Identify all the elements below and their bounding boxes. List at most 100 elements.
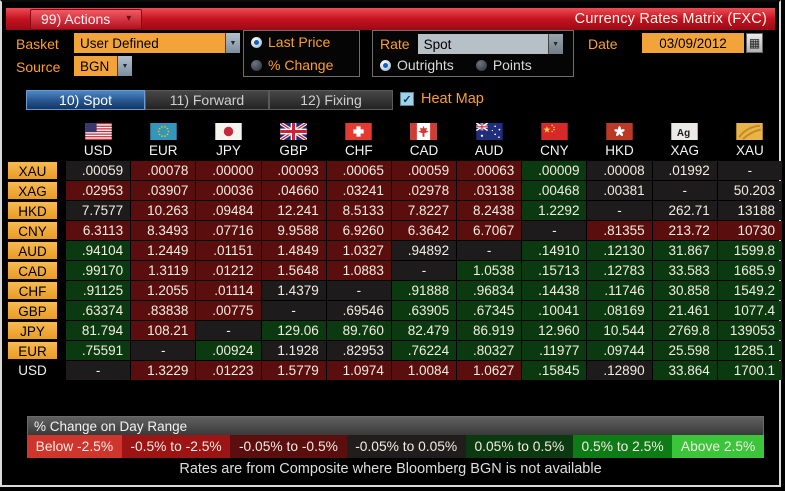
date-input[interactable]: 03/09/2012 xyxy=(642,33,744,53)
rate-cell[interactable]: .03138 xyxy=(457,181,522,200)
row-header-gbp[interactable]: GBP xyxy=(7,301,58,320)
rate-cell[interactable]: .91125 xyxy=(66,281,131,300)
rate-cell[interactable]: 10.544 xyxy=(587,321,652,340)
rate-cell[interactable]: .96834 xyxy=(457,281,522,300)
rate-cell[interactable]: .00381 xyxy=(587,181,652,200)
rate-cell[interactable]: .01151 xyxy=(196,241,261,260)
row-header-eur[interactable]: EUR xyxy=(7,341,58,360)
rate-cell[interactable]: 139053 xyxy=(717,321,782,340)
rate-cell[interactable]: 6.3642 xyxy=(391,221,457,240)
rate-cell[interactable]: 12.241 xyxy=(261,201,326,220)
rate-cell[interactable]: .12783 xyxy=(587,261,652,280)
calendar-icon[interactable]: ▦ xyxy=(746,33,763,53)
rate-cell[interactable]: 2769.8 xyxy=(652,321,717,340)
rate-cell[interactable]: .11977 xyxy=(522,341,587,360)
rate-cell[interactable]: 33.864 xyxy=(652,361,717,380)
tab--fixing[interactable]: 12) Fixing xyxy=(269,90,393,110)
rate-cell[interactable]: .99170 xyxy=(66,261,131,280)
rate-cell[interactable]: 10.263 xyxy=(131,201,196,220)
rate-cell[interactable]: .91888 xyxy=(391,281,457,300)
row-header-hkd[interactable]: HKD xyxy=(7,201,58,220)
rate-cell[interactable]: .00063 xyxy=(457,161,522,180)
tab--spot[interactable]: 10) Spot xyxy=(26,90,145,110)
rate-cell[interactable]: 81.794 xyxy=(66,321,131,340)
rate-cell[interactable]: 6.9260 xyxy=(326,221,391,240)
heat-map-checkbox[interactable]: ✓ xyxy=(400,92,414,106)
tab--forward[interactable]: 11) Forward xyxy=(145,90,269,110)
row-header-jpy[interactable]: JPY xyxy=(7,321,58,340)
rate-cell[interactable]: .83838 xyxy=(131,301,196,320)
row-header-xag[interactable]: XAG xyxy=(7,181,58,200)
rate-cell[interactable]: .82953 xyxy=(326,341,391,360)
rate-cell[interactable]: .14910 xyxy=(522,241,587,260)
rate-cell[interactable]: .80327 xyxy=(457,341,522,360)
rate-cell[interactable]: .00009 xyxy=(522,161,587,180)
rate-cell[interactable]: - xyxy=(131,341,196,360)
rate-cell[interactable]: 1.0627 xyxy=(457,361,522,380)
rate-cell[interactable]: .00008 xyxy=(587,161,652,180)
rate-cell[interactable]: 1700.1 xyxy=(717,361,782,380)
rate-cell[interactable]: 1077.4 xyxy=(717,301,782,320)
rate-cell[interactable]: 262.71 xyxy=(652,201,717,220)
rate-cell[interactable]: 6.7067 xyxy=(457,221,522,240)
rate-cell[interactable]: - xyxy=(196,321,261,340)
rate-cell[interactable]: - xyxy=(522,221,587,240)
rate-cell[interactable]: .11746 xyxy=(587,281,652,300)
rate-cell[interactable]: .00059 xyxy=(391,161,457,180)
rate-cell[interactable]: 30.858 xyxy=(652,281,717,300)
rate-cell[interactable]: 89.760 xyxy=(326,321,391,340)
rate-cell[interactable]: 108.21 xyxy=(131,321,196,340)
rate-cell[interactable]: 1.0974 xyxy=(326,361,391,380)
rate-cell[interactable]: .00093 xyxy=(261,161,326,180)
rate-cell[interactable]: 86.919 xyxy=(457,321,522,340)
rate-cell[interactable]: 10730 xyxy=(717,221,782,240)
rate-select[interactable]: Spot ▼ xyxy=(417,34,563,54)
rate-cell[interactable]: .02978 xyxy=(391,181,457,200)
rate-cell[interactable]: - xyxy=(457,241,522,260)
rate-cell[interactable]: .01212 xyxy=(196,261,261,280)
rate-cell[interactable]: .15845 xyxy=(522,361,587,380)
rate-cell[interactable]: .00924 xyxy=(196,341,261,360)
rate-cell[interactable]: .14438 xyxy=(522,281,587,300)
rate-cell[interactable]: 12.960 xyxy=(522,321,587,340)
radio-percent-change[interactable]: % Change xyxy=(251,57,352,73)
rate-cell[interactable]: 1.0084 xyxy=(391,361,457,380)
rate-cell[interactable]: .94104 xyxy=(66,241,131,260)
rate-cell[interactable]: 8.3493 xyxy=(131,221,196,240)
rate-cell[interactable]: .00078 xyxy=(131,161,196,180)
rate-cell[interactable]: 13188 xyxy=(717,201,782,220)
rate-cell[interactable]: .00000 xyxy=(196,161,261,180)
rate-cell[interactable]: 1.4849 xyxy=(261,241,326,260)
rate-cell[interactable]: .69546 xyxy=(326,301,391,320)
rate-cell[interactable]: .00059 xyxy=(66,161,131,180)
rate-cell[interactable]: 1599.8 xyxy=(717,241,782,260)
rate-cell[interactable]: 1.5648 xyxy=(261,261,326,280)
rate-cell[interactable]: 1.5779 xyxy=(261,361,326,380)
rate-cell[interactable]: .81355 xyxy=(587,221,652,240)
rate-cell[interactable]: - xyxy=(652,181,717,200)
rate-cell[interactable]: 1.4379 xyxy=(261,281,326,300)
rate-cell[interactable]: .01114 xyxy=(196,281,261,300)
rate-cell[interactable]: .12130 xyxy=(587,241,652,260)
rate-cell[interactable]: 1.0327 xyxy=(326,241,391,260)
rate-cell[interactable]: 1.0538 xyxy=(457,261,522,280)
rate-cell[interactable]: .10041 xyxy=(522,301,587,320)
rate-cell[interactable]: - xyxy=(66,361,131,380)
rate-cell[interactable]: .75591 xyxy=(66,341,131,360)
rate-cell[interactable]: 50.203 xyxy=(717,181,782,200)
rate-cell[interactable]: 25.598 xyxy=(652,341,717,360)
rate-cell[interactable]: .01992 xyxy=(652,161,717,180)
rate-cell[interactable]: 1285.1 xyxy=(717,341,782,360)
rate-cell[interactable]: 9.9588 xyxy=(261,221,326,240)
rate-cell[interactable]: .00065 xyxy=(326,161,391,180)
rate-cell[interactable]: .63905 xyxy=(391,301,457,320)
rate-cell[interactable]: 6.3113 xyxy=(66,221,131,240)
rate-cell[interactable]: .00468 xyxy=(522,181,587,200)
rate-cell[interactable]: - xyxy=(261,301,326,320)
rate-cell[interactable]: 8.2438 xyxy=(457,201,522,220)
rate-cell[interactable]: .07716 xyxy=(196,221,261,240)
rate-cell[interactable]: - xyxy=(587,201,652,220)
rate-cell[interactable]: - xyxy=(717,161,782,180)
rate-cell[interactable]: - xyxy=(326,281,391,300)
rate-cell[interactable]: .08169 xyxy=(587,301,652,320)
